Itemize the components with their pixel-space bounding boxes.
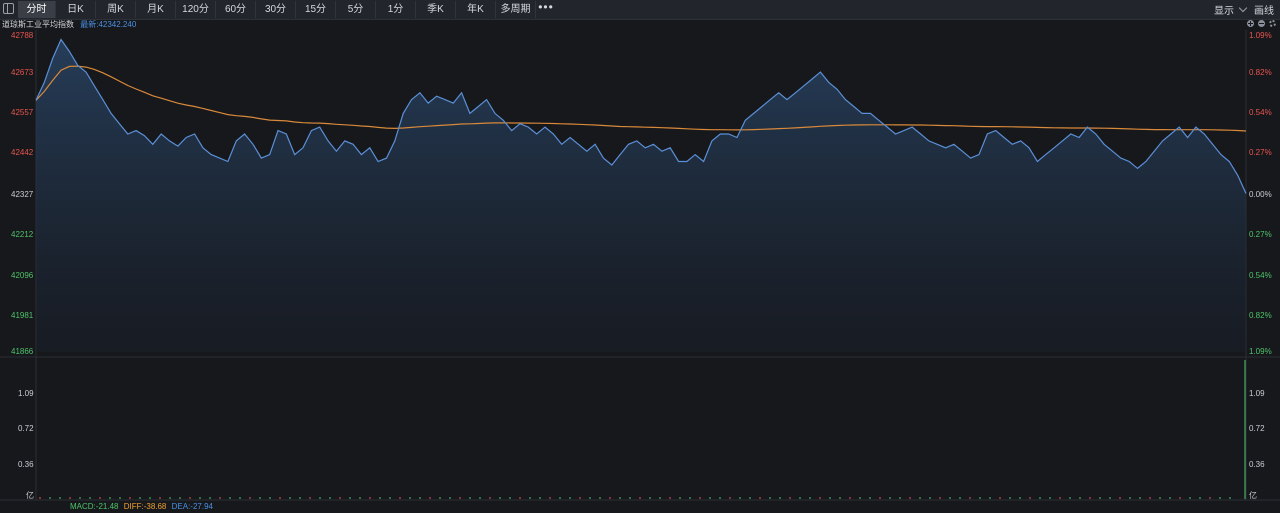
percent-axis-label: 0.54% — [1249, 271, 1272, 280]
average-price-line — [35, 65, 1247, 132]
percent-axis-label: 0.00% — [1249, 190, 1272, 199]
dea-value: DEA:-27.94 — [171, 502, 213, 511]
volume-axis-label: 1.09 — [1249, 389, 1265, 398]
price-axis-label: 42096 — [11, 271, 34, 280]
percent-axis-label: 0.82% — [1249, 68, 1272, 77]
percent-axis-label: 1.09% — [1249, 31, 1272, 40]
price-axis-label: 42327 — [11, 190, 34, 199]
price-axis-label: 41866 — [11, 347, 34, 356]
price-area — [36, 39, 1246, 352]
price-axis-label: 42212 — [11, 230, 34, 239]
macd-value: MACD:-21.48 — [70, 502, 119, 511]
percent-axis-label: 0.27% — [1249, 230, 1272, 239]
percent-axis-label: 0.27% — [1249, 148, 1272, 157]
price-axis-label: 42557 — [11, 108, 34, 117]
volume-axis-label: 0.72 — [1249, 424, 1265, 433]
volume-unit-label: 亿 — [1249, 491, 1257, 500]
price-axis-label: 42442 — [11, 148, 34, 157]
percent-axis-label: 0.82% — [1249, 311, 1272, 320]
volume-axis-label: 0.36 — [18, 460, 34, 469]
percent-axis-label: 0.54% — [1249, 108, 1272, 117]
price-axis-label: 42788 — [11, 31, 34, 40]
volume-axis-label: 1.09 — [18, 389, 34, 398]
macd-legend: MACD:-21.48 DIFF:-38.68 DEA:-27.94 — [70, 502, 216, 512]
volume-axis-label: 0.36 — [1249, 460, 1265, 469]
diff-value: DIFF:-38.68 — [123, 502, 167, 511]
volume-unit-label: 亿 — [26, 491, 34, 500]
volume-axis-label: 0.72 — [18, 424, 34, 433]
percent-axis-label: 1.09% — [1249, 347, 1272, 356]
price-axis-label: 41981 — [11, 311, 34, 320]
price-axis-label: 42673 — [11, 68, 34, 77]
intraday-chart[interactable] — [0, 0, 1280, 513]
